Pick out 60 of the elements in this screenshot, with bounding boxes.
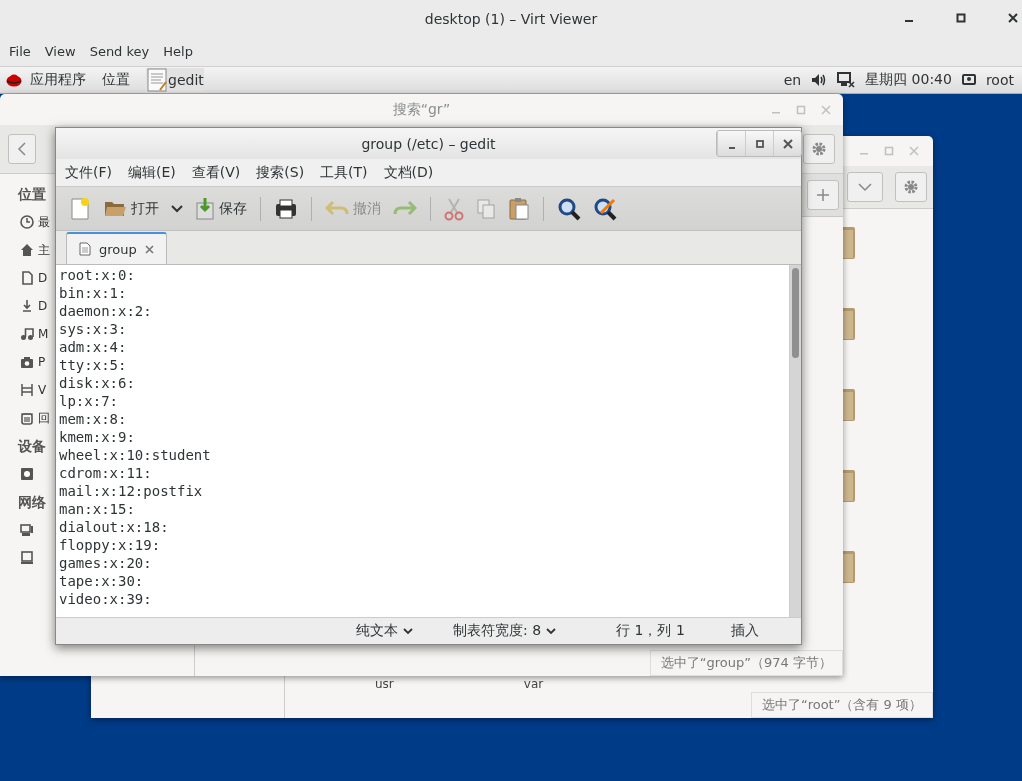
text-line: mail:x:12:postfix [59,482,204,500]
status-text: 选中了“root”（含有 9 项） [750,692,933,718]
text-line: adm:x:4: [59,338,128,356]
text-line: man:x:15: [59,500,136,518]
sidebar-item[interactable]: 回 [38,409,50,427]
taskbar-item[interactable]: gedit [146,68,204,92]
menu-item[interactable]: Send key [82,44,157,59]
menu-item[interactable]: File [2,44,38,59]
status-text: 选中了“group”（974 字节） [649,650,843,676]
save-button[interactable]: 保存 [190,193,252,224]
menu-item[interactable]: 编辑(E) [122,163,182,182]
sidebar-item[interactable]: P [38,355,46,369]
places-menu[interactable]: 位置 [102,71,130,89]
text-line: bin:x:1: [59,284,128,302]
insert-mode: 插入 [730,622,759,640]
user-menu[interactable]: root [985,72,1014,88]
sidebar-heading: 设备 [18,437,46,456]
sidebar-item[interactable]: D [38,271,48,285]
text-line: sys:x:3: [59,320,128,338]
cursor-position: 行 1，列 1 [616,622,685,640]
menu-item[interactable]: 文档(D) [377,163,440,182]
folder-label[interactable]: var [523,677,544,718]
text-line: disk:x:6: [59,374,136,392]
menu-item[interactable]: 工具(T) [314,163,374,182]
window-title: 搜索“gr” [392,100,451,119]
text-line: games:x:20: [59,554,153,572]
sidebar-item[interactable]: D [38,299,48,313]
window-title: desktop (1) – Virt Viewer [424,10,598,27]
text-line: floppy:x:19: [59,536,162,554]
tab-width-dropdown[interactable]: 制表符宽度: 8 [453,622,557,640]
text-line: kmem:x:9: [59,428,136,446]
folder-label[interactable]: usr [375,677,394,718]
text-line: dialout:x:18: [59,518,170,536]
text-line: lp:x:7: [59,392,119,410]
sidebar-heading: 网络 [18,493,46,512]
sidebar-item[interactable]: 最 [38,213,50,231]
text-line: video:x:39: [59,590,153,608]
language-dropdown[interactable]: 纯文本 [356,622,413,640]
menu-item[interactable]: 文件(F) [59,163,118,182]
sidebar-heading: 位置 [18,185,46,204]
text-line: root:x:0: [59,266,136,284]
text-line: mem:x:8: [59,410,128,428]
text-line: wheel:x:10:student [59,446,212,464]
menu-item[interactable]: Help [156,44,200,59]
sidebar-item[interactable]: V [38,383,47,397]
text-line: tty:x:5: [59,356,128,374]
keyboard-layout[interactable]: en [783,72,802,88]
open-button[interactable]: 打开 [98,195,164,222]
sidebar-item[interactable]: M [38,327,49,341]
document-tab[interactable]: group [66,232,167,264]
text-line: cdrom:x:11: [59,464,153,482]
sidebar-item[interactable]: 主 [38,241,50,259]
menu-item[interactable]: View [37,44,83,59]
menu-item[interactable]: 搜索(S) [250,163,311,182]
text-line: tape:x:30: [59,572,145,590]
menu-item[interactable]: 查看(V) [185,163,247,182]
text-line: daemon:x:2: [59,302,153,320]
applications-menu[interactable]: 应用程序 [30,71,86,89]
clock[interactable]: 星期四 00:40 [865,71,952,89]
window-title: group (/etc) – gedit [361,135,496,152]
